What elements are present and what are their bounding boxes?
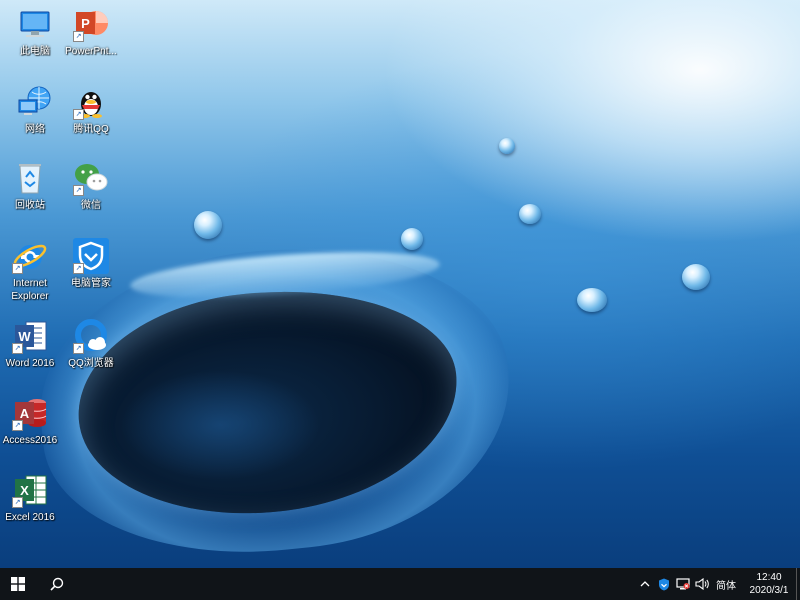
water-drop [401,228,423,250]
water-drop [194,211,222,239]
speaker-icon [695,578,709,590]
desktop-icon-qq[interactable]: ↗ 腾讯QQ [56,84,126,136]
search-button[interactable] [40,568,74,600]
desktop-wallpaper: 此电脑 ↗ 网络 回收站 [0,0,800,568]
show-hidden-icons-button[interactable] [636,568,654,600]
access-icon: A ↗ [12,395,48,431]
svg-text:P: P [81,16,90,31]
water-drop [577,288,607,312]
search-icon [50,577,64,591]
desktop-icon-pc-manager[interactable]: ↗ 电脑管家 [56,238,126,290]
desktop-icon-powerpoint[interactable]: P ↗ PowerPnt... [56,6,126,58]
desktop-icon-label: 微信 [81,200,101,211]
clock-time: 12:40 [756,572,782,583]
recycle-bin-icon [12,160,48,196]
shortcut-arrow-icon: ↗ [12,263,23,274]
desktop-icon-label: 电脑管家 [71,278,111,289]
desktop-icon-label: 腾讯QQ [73,124,109,135]
taskbar: 简体 12:40 2020/3/1 [0,568,800,600]
this-pc-icon [17,6,53,42]
excel-icon: X ↗ [12,472,48,508]
shield-icon [659,578,669,590]
shortcut-arrow-icon: ↗ [73,263,84,274]
desktop-icon-label: QQ浏览器 [68,358,114,369]
network-icon: ↗ [17,84,53,120]
windows-start-icon [11,577,25,591]
desktop-icon-qq-browser[interactable]: ↗ QQ浏览器 [56,318,126,370]
qq-icon: ↗ [73,84,109,120]
desktop-icon-label: Excel 2016 [5,512,55,523]
input-method-button[interactable]: 简体 [713,568,739,600]
shortcut-arrow-icon: ↗ [73,343,84,354]
svg-text:X: X [20,483,29,498]
clock-button[interactable]: 12:40 2020/3/1 [742,568,796,600]
shortcut-arrow-icon: ↗ [73,31,84,42]
powerpoint-icon: P ↗ [73,6,109,42]
shortcut-arrow-icon: ↗ [73,185,84,196]
water-drop [519,204,541,224]
wallpaper-splash-inner [120,370,320,480]
water-drop [682,264,710,290]
shortcut-arrow-icon: ↗ [12,420,23,431]
shortcut-arrow-icon: ↗ [12,497,23,508]
desktop-icon-label: PowerPnt... [65,46,117,57]
desktop-icon-wechat[interactable]: ↗ 微信 [56,160,126,212]
desktop-icon-excel[interactable]: X ↗ Excel 2016 [0,472,65,524]
network-disconnected-icon [676,578,690,590]
pc-manager-icon: ↗ [73,238,109,274]
tray-volume-button[interactable] [693,568,711,600]
svg-text:A: A [20,406,30,421]
tray-security-button[interactable] [655,568,673,600]
clock-date: 2020/3/1 [749,585,789,596]
svg-text:W: W [18,329,31,344]
desktop-icon-access[interactable]: A ↗ Access2016 [0,395,65,447]
shortcut-arrow-icon: ↗ [73,109,84,120]
chevron-up-icon [640,581,650,587]
shortcut-arrow-icon: ↗ [12,343,23,354]
tray-network-button[interactable] [674,568,692,600]
input-method-label: 简体 [716,580,736,592]
word-icon: W ↗ [12,318,48,354]
water-drop [499,138,515,154]
show-desktop-button[interactable] [796,568,800,600]
qq-browser-icon: ↗ [73,318,109,354]
wechat-icon: ↗ [73,160,109,196]
internet-explorer-icon: ↗ [12,238,48,274]
desktop-icon-label: Access2016 [2,435,58,446]
start-button[interactable] [0,568,36,600]
